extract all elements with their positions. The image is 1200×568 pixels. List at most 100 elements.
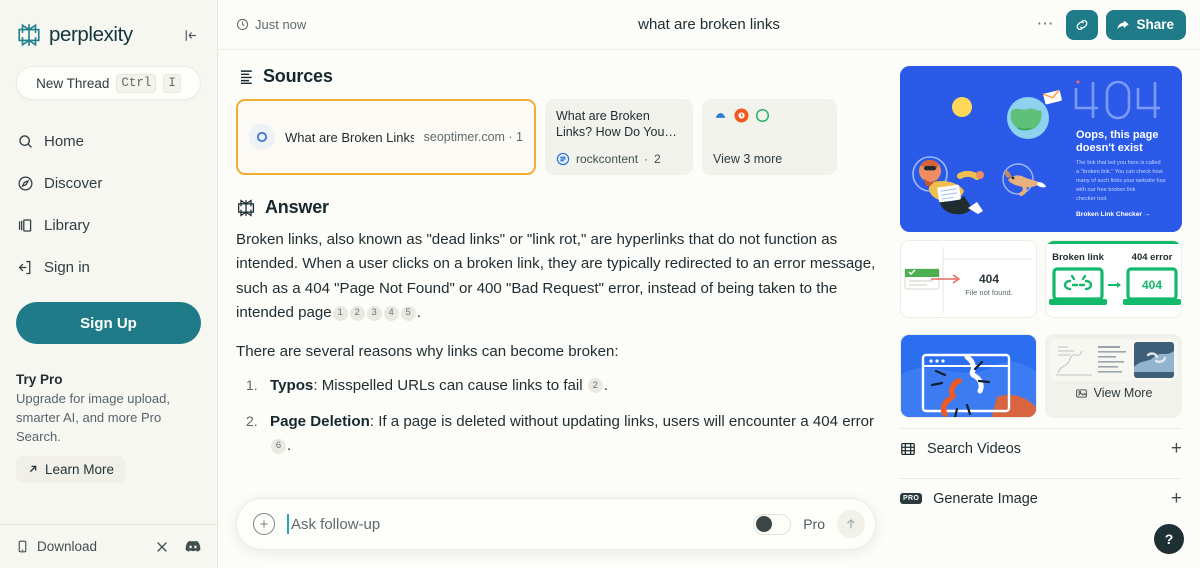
reason-text: : Misspelled URLs can cause links to fai… [313,377,583,395]
reason-text: : If a page is deleted without updating … [369,413,875,431]
svg-text:File not found.: File not found. [965,288,1013,297]
svg-text:doesn't exist: doesn't exist [1076,142,1143,154]
sidebar-top: perplexity New Thread Ctrl I [0,0,217,100]
sign-up-button[interactable]: Sign Up [16,302,201,344]
sidebar-item-library[interactable]: Library [0,204,217,246]
share-arrow-icon [1116,18,1130,32]
generate-image-action[interactable]: PRO Generate Image + [900,478,1182,518]
sidebar-item-label: Library [44,216,90,234]
svg-text:404: 404 [979,272,999,286]
seoptimer-favicon-icon [249,124,275,150]
send-button[interactable] [837,510,865,538]
source-title: What are Broken Links?… [285,129,414,145]
discord-icon[interactable] [185,540,201,553]
citation-chip[interactable]: 1 [332,305,348,321]
sidebar-item-label: Home [44,132,85,150]
try-pro-block: Try Pro Upgrade for image upload, smarte… [0,344,217,483]
sources-title: Sources [263,66,333,86]
images-icon [1075,387,1088,400]
perplexity-app: perplexity New Thread Ctrl I Home Discov… [0,0,1200,568]
followup-wrapper: + Pro [236,498,876,550]
learn-more-button[interactable]: Learn More [16,455,126,483]
citation-chip[interactable]: 5 [400,305,416,321]
sources-list-icon [236,68,254,86]
perplexity-mark-icon [236,198,256,218]
source-card-1[interactable]: What are Broken Links?… seoptimer.com · … [236,99,536,175]
clock-icon [236,18,249,31]
help-button[interactable]: ? [1154,524,1184,554]
followup-input[interactable] [287,514,742,534]
sidebar-item-home[interactable]: Home [0,120,217,162]
sidebar-item-label: Discover [44,174,103,192]
compass-icon [16,174,34,192]
shortcut-key-ctrl: Ctrl [116,73,157,93]
avatar-source-5-icon [755,108,770,123]
ellipsis-icon[interactable]: ⋯ [1032,15,1058,32]
hero-image-404[interactable]: Oops, this page doesn't exist The link t… [900,66,1182,232]
library-icon [16,216,34,234]
copy-link-button[interactable] [1066,9,1099,40]
generate-image-label: Generate Image [933,490,1038,507]
citation-chip[interactable]: 6 [271,438,286,454]
answer-header: Answer [236,197,876,218]
arrow-up-right-icon [27,463,39,475]
avatar-source-3-icon [713,108,728,123]
pro-toggle[interactable] [753,513,792,535]
reason-term: Page Deletion [270,413,370,431]
svg-text:a "broken link." You can check: a "broken link." You can check how [1076,169,1164,175]
sidebar-item-sign-in[interactable]: Sign in [0,246,217,288]
add-videos-icon[interactable]: + [1171,439,1182,458]
svg-text:Broken link: Broken link [1052,252,1104,263]
answer-paragraph-1: Broken links, also known as "dead links"… [236,231,876,322]
svg-text:404 error: 404 error [1132,252,1173,263]
citation-chip[interactable]: 4 [383,305,399,321]
followup-bar: + Pro [236,498,876,550]
video-grid-icon [900,441,916,457]
pro-badge-icon: PRO [900,493,923,504]
download-button[interactable]: Download [16,539,97,554]
list-item: Page Deletion: If a page is deleted with… [246,410,875,455]
view-more-tile[interactable]: View More [1045,334,1182,418]
source-title: What are Broken Links? How Do You… [556,109,677,139]
topbar-actions: ⋯ Share [1032,9,1186,40]
svg-text:404: 404 [1142,278,1162,292]
new-thread-label: New Thread [36,75,110,91]
login-icon [16,258,34,276]
broken-link-404-error-tile[interactable]: Broken link 404 error 404 [1045,240,1182,318]
media-panel: Oops, this page doesn't exist The link t… [900,50,1200,568]
source-domain: rockcontent · 2 [556,152,682,166]
sidebar-item-discover[interactable]: Discover [0,162,217,204]
x-twitter-icon[interactable] [155,540,169,554]
content-row: Sources What are Broken Links?… seoptime… [218,50,1200,568]
404-file-not-found-tile[interactable]: 404 File not found. [900,240,1037,318]
citation-chip[interactable]: 2 [587,378,603,394]
rockcontent-favicon-icon [556,152,570,166]
source-card-view-more[interactable]: View 3 more [702,99,837,175]
answer-paragraph-1-text: Broken links, also known as "dead links"… [236,231,876,322]
list-item: Typos: Misspelled URLs can cause links t… [246,374,609,397]
link-icon [1074,17,1090,33]
reason-term: Typos [270,377,314,395]
share-button[interactable]: Share [1106,9,1186,40]
add-image-icon[interactable]: + [1171,489,1182,508]
citation-chip[interactable]: 3 [366,305,382,321]
new-thread-button[interactable]: New Thread Ctrl I [16,66,201,100]
social-links [155,540,201,554]
share-label: Share [1136,17,1174,32]
citation-chip[interactable]: 2 [349,305,365,321]
broken-chain-browser-tile[interactable] [900,334,1037,418]
plus-circle-icon[interactable]: + [253,513,275,535]
source-domain: seoptimer.com · 1 [423,130,523,144]
toggle-knob [756,516,773,532]
topbar: Just now what are broken links ⋯ Share [218,0,1200,50]
source-card-2[interactable]: What are Broken Links? How Do You… rockc… [545,99,693,175]
source-avatars [713,108,826,123]
collapse-panel-icon[interactable] [182,26,201,45]
arrow-up-icon [844,517,858,531]
search-icon [16,132,34,150]
svg-text:Broken Link Checker →: Broken Link Checker → [1076,211,1150,218]
media-tiles-row-1: 404 File not found. Broken link 404 erro… [900,240,1182,318]
main-area: Just now what are broken links ⋯ Share S… [218,0,1200,568]
svg-text:Oops, this page: Oops, this page [1076,129,1159,141]
search-videos-action[interactable]: Search Videos + [900,428,1182,468]
